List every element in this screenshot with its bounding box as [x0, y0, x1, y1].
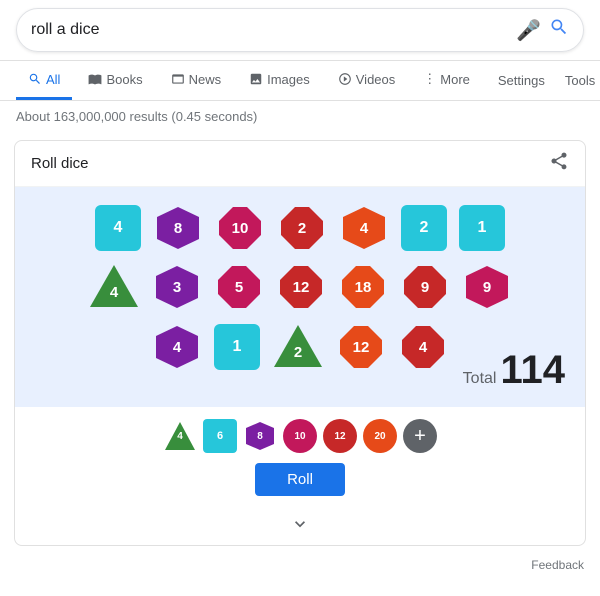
die-d12-1[interactable]: 2 [277, 203, 327, 253]
tab-all-label: All [46, 72, 60, 87]
die-d20-2[interactable]: 18 [338, 262, 388, 312]
dice-row-2: 4 3 5 12 [35, 261, 565, 313]
dice-type-d6[interactable]: 6 [203, 419, 237, 453]
dice-card-title: Roll dice [31, 155, 89, 172]
dice-controls: 4 6 8 10 12 20 [15, 407, 585, 508]
share-icon[interactable] [549, 151, 569, 176]
die-d8-2[interactable]: 3 [152, 262, 202, 312]
die-d20-1[interactable]: 4 [339, 203, 389, 253]
feedback-row: Feedback [0, 554, 600, 580]
die-d10-1[interactable]: 10 [215, 203, 265, 253]
search-input[interactable] [31, 21, 516, 39]
search-input-wrapper[interactable]: 🎤 [16, 8, 584, 52]
dice-type-d4[interactable]: 4 [163, 419, 197, 453]
die-d6-4[interactable]: 1 [214, 324, 260, 370]
tab-videos[interactable]: Videos [326, 62, 408, 100]
results-count: About 163,000,000 results (0.45 seconds) [0, 101, 600, 132]
settings-link[interactable]: Settings [490, 63, 553, 98]
die-d12-2[interactable]: 12 [276, 262, 326, 312]
die-d8-1[interactable]: 8 [153, 203, 203, 253]
dice-type-d8[interactable]: 8 [243, 419, 277, 453]
die-d6-2[interactable]: 2 [401, 205, 447, 251]
tab-all[interactable]: All [16, 62, 72, 100]
total-label: Total [463, 370, 497, 388]
dice-type-d20[interactable]: 20 [363, 419, 397, 453]
tab-books[interactable]: Books [76, 62, 154, 100]
plus-icon: + [414, 425, 426, 448]
mic-icon[interactable]: 🎤 [516, 18, 541, 43]
dice-card: Roll dice 4 8 10 [14, 140, 586, 546]
dice-type-d10[interactable]: 10 [283, 419, 317, 453]
dice-type-row: 4 6 8 10 12 20 [163, 419, 437, 453]
die-d10-2[interactable]: 5 [214, 262, 264, 312]
tab-books-label: Books [106, 72, 142, 87]
feedback-link[interactable]: Feedback [531, 558, 584, 572]
tab-videos-label: Videos [356, 72, 396, 87]
die-d8-3[interactable]: 4 [152, 322, 202, 372]
die-d12-3[interactable]: 9 [400, 262, 450, 312]
tab-news-label: News [189, 72, 222, 87]
expand-chevron[interactable] [15, 508, 585, 545]
die-d6-3[interactable]: 1 [459, 205, 505, 251]
dice-card-header: Roll dice [15, 141, 585, 187]
tools-link[interactable]: Tools [557, 63, 600, 98]
nav-tabs: All Books News Images Videos ⋮ More Sett… [0, 61, 600, 101]
more-dots-icon: ⋮ [423, 71, 436, 87]
total-number: 114 [500, 348, 565, 393]
dice-area: 4 8 10 2 [15, 187, 585, 407]
dice-row-1: 4 8 10 2 [35, 203, 565, 253]
die-d12-4[interactable]: 4 [398, 322, 448, 372]
die-d20-3[interactable]: 12 [336, 322, 386, 372]
total-display: Total 114 [463, 348, 565, 393]
tab-images-label: Images [267, 72, 310, 87]
roll-button[interactable]: Roll [255, 463, 345, 496]
tab-more[interactable]: ⋮ More [411, 61, 482, 100]
die-d4-1[interactable]: 4 [88, 261, 140, 313]
search-button[interactable] [549, 17, 569, 43]
search-bar: 🎤 [0, 0, 600, 61]
die-d6-1[interactable]: 4 [95, 205, 141, 251]
tab-news[interactable]: News [159, 62, 234, 100]
die-d10-3[interactable]: 9 [462, 262, 512, 312]
add-dice-button[interactable]: + [403, 419, 437, 453]
dice-type-d12[interactable]: 12 [323, 419, 357, 453]
die-d4-2[interactable]: 2 [272, 321, 324, 373]
tab-images[interactable]: Images [237, 62, 322, 100]
tab-more-label: More [440, 72, 470, 87]
